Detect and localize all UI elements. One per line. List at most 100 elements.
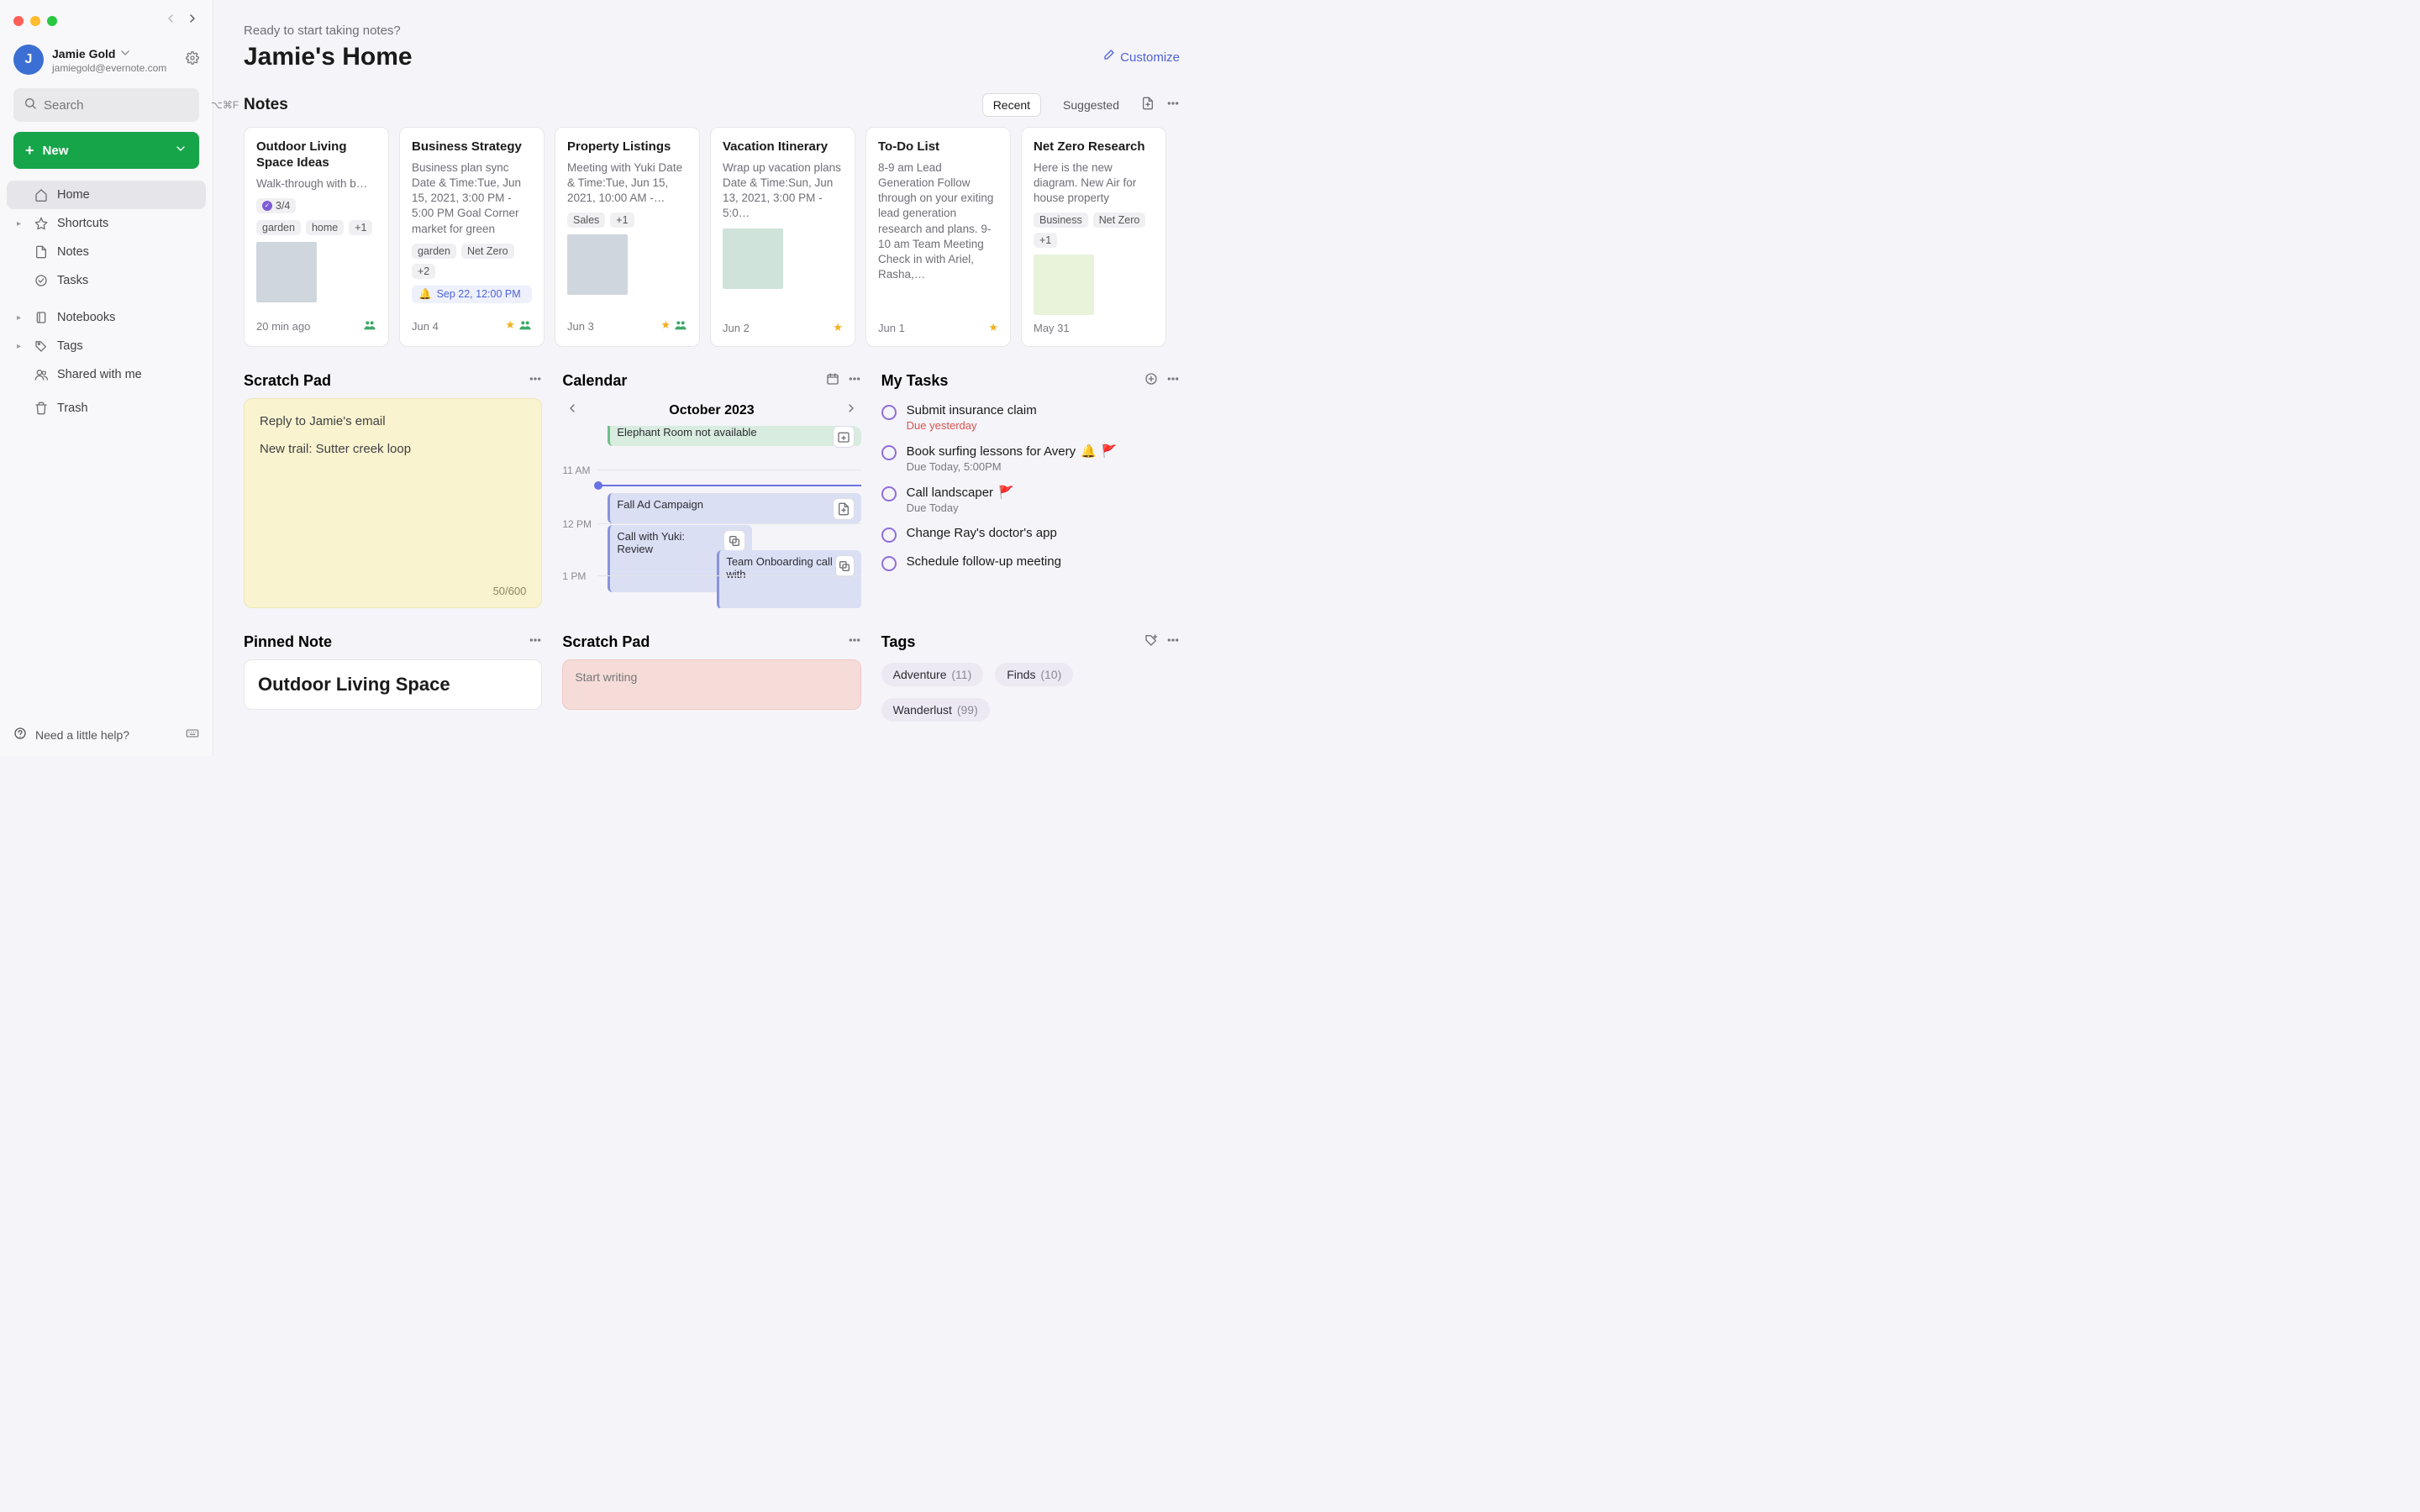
calendar-month: October 2023: [669, 403, 754, 418]
note-tag[interactable]: garden: [256, 220, 301, 235]
maximize-window[interactable]: [47, 16, 57, 26]
task-item[interactable]: Submit insurance claimDue yesterday: [881, 403, 1180, 432]
task-item[interactable]: Call landscaper 🚩Due Today: [881, 485, 1180, 514]
task-item[interactable]: Schedule follow-up meeting: [881, 554, 1180, 571]
more-icon[interactable]: [1166, 633, 1180, 651]
help-label[interactable]: Need a little help?: [35, 728, 129, 742]
note-tag[interactable]: garden: [412, 244, 456, 259]
new-button[interactable]: + New: [13, 132, 199, 169]
expand-icon[interactable]: ▸: [17, 219, 25, 228]
more-icon[interactable]: [1166, 97, 1180, 114]
add-tag-icon[interactable]: [1144, 633, 1158, 651]
event-copy-icon[interactable]: [723, 530, 745, 552]
calendar-grid[interactable]: Elephant Room not available 11 AM Fall A…: [562, 426, 860, 608]
scratch-pad-area[interactable]: Reply to Jamie's email New trail: Sutter…: [244, 398, 542, 608]
scratch-pad-2-input[interactable]: [575, 670, 848, 684]
note-card[interactable]: To-Do List 8-9 am Lead Generation Follow…: [865, 127, 1011, 347]
cal-next-icon[interactable]: [844, 402, 858, 419]
nav-tasks[interactable]: Tasks: [7, 266, 206, 295]
new-note-icon[interactable]: [1141, 97, 1155, 114]
scratch-pad-2-area[interactable]: [562, 659, 860, 710]
more-icon[interactable]: [529, 372, 542, 390]
pinned-note-card[interactable]: Outdoor Living Space: [244, 659, 542, 710]
keyboard-icon[interactable]: [186, 727, 199, 743]
note-card[interactable]: Business Strategy Business plan sync Dat…: [399, 127, 544, 347]
task-checkbox[interactable]: [881, 486, 897, 501]
more-icon[interactable]: [529, 633, 542, 651]
note-card[interactable]: Net Zero Research Here is the new diagra…: [1021, 127, 1166, 347]
cal-event-team[interactable]: Team Onboarding call with: [717, 550, 860, 608]
more-tags[interactable]: +2: [412, 264, 435, 279]
more-icon[interactable]: [1166, 372, 1180, 390]
customize-button[interactable]: Customize: [1102, 49, 1180, 66]
calendar-icon[interactable]: [826, 372, 839, 390]
minimize-window[interactable]: [30, 16, 40, 26]
tags-widget: Tags Adventure (11)Finds (10)Wanderlust …: [881, 633, 1180, 722]
expand-icon[interactable]: ▸: [17, 342, 25, 351]
note-date: Jun 3: [567, 320, 594, 333]
scratch-pad-2-title: Scratch Pad: [562, 633, 650, 651]
flag-icon: 🚩: [998, 485, 1014, 500]
nav-label: Shared with me: [57, 368, 142, 381]
nav-shortcuts[interactable]: ▸ Shortcuts: [7, 209, 206, 238]
tag-pill[interactable]: Wanderlust (99): [881, 698, 990, 722]
cal-event-fall-ad[interactable]: Fall Ad Campaign: [608, 493, 860, 523]
user-account[interactable]: J Jamie Gold jamiegold@evernote.com: [0, 29, 213, 85]
nav-notes[interactable]: Notes: [7, 238, 206, 266]
note-body: Walk-through with b…: [256, 176, 376, 192]
task-item[interactable]: Book surfing lessons for Avery 🔔 🚩Due To…: [881, 444, 1180, 473]
nav-label: Tasks: [57, 274, 88, 287]
shared-icon: [363, 318, 376, 334]
task-item[interactable]: Change Ray's doctor's app: [881, 526, 1180, 543]
note-card[interactable]: Vacation Itinerary Wrap up vacation plan…: [710, 127, 855, 347]
nav-shared[interactable]: Shared with me: [7, 360, 206, 389]
note-tag[interactable]: Sales: [567, 213, 605, 228]
tab-suggested[interactable]: Suggested: [1053, 94, 1129, 116]
note-body: 8-9 am Lead Generation Follow through on…: [878, 160, 998, 283]
tag-count: (11): [951, 668, 971, 681]
help-icon[interactable]: [13, 727, 27, 743]
nav-back-icon[interactable]: [164, 12, 177, 29]
cal-event-elephant[interactable]: Elephant Room not available: [608, 426, 860, 446]
more-tags[interactable]: +1: [1034, 233, 1057, 248]
add-task-icon[interactable]: [1144, 372, 1158, 390]
note-card[interactable]: Outdoor Living Space Ideas Walk-through …: [244, 127, 389, 347]
task-checkbox[interactable]: [881, 528, 897, 543]
event-note-icon[interactable]: [833, 498, 855, 520]
nav-tags[interactable]: ▸ Tags: [7, 332, 206, 360]
more-tags[interactable]: +1: [610, 213, 634, 228]
note-tag[interactable]: home: [306, 220, 344, 235]
note-card[interactable]: Property Listings Meeting with Yuki Date…: [555, 127, 700, 347]
more-icon[interactable]: [848, 633, 861, 651]
note-tag[interactable]: Net Zero: [1093, 213, 1146, 228]
tag-pill[interactable]: Finds (10): [995, 663, 1073, 686]
my-tasks-widget: My Tasks Submit insurance claimDue yeste…: [881, 372, 1180, 608]
event-copy-icon[interactable]: [835, 555, 854, 577]
nav-trash[interactable]: Trash: [7, 394, 206, 423]
bell-icon: 🔔: [418, 288, 432, 301]
scratch-pad-widget: Scratch Pad Reply to Jamie's email New t…: [244, 372, 542, 608]
close-window[interactable]: [13, 16, 24, 26]
note-tag[interactable]: Business: [1034, 213, 1088, 228]
nav-notebooks[interactable]: ▸ Notebooks: [7, 303, 206, 332]
search-input[interactable]: ⌥⌘F: [13, 88, 199, 122]
nav-forward-icon[interactable]: [186, 12, 199, 29]
event-link-icon[interactable]: [833, 426, 855, 448]
tag-pill[interactable]: Adventure (11): [881, 663, 984, 686]
more-icon[interactable]: [848, 372, 861, 390]
gear-icon[interactable]: [186, 51, 199, 69]
task-checkbox[interactable]: [881, 445, 897, 460]
task-checkbox[interactable]: [881, 405, 897, 420]
check-circle-icon: [34, 274, 49, 287]
cal-prev-icon[interactable]: [566, 402, 579, 419]
nav-home[interactable]: Home: [7, 181, 206, 209]
shared-icon: [518, 318, 532, 334]
more-tags[interactable]: +1: [349, 220, 372, 235]
expand-icon[interactable]: ▸: [17, 313, 25, 323]
search-field[interactable]: [44, 98, 211, 113]
my-tasks-title: My Tasks: [881, 372, 949, 390]
task-checkbox[interactable]: [881, 556, 897, 571]
note-thumbnail: [567, 234, 628, 295]
tab-recent[interactable]: Recent: [982, 93, 1041, 117]
note-tag[interactable]: Net Zero: [461, 244, 514, 259]
